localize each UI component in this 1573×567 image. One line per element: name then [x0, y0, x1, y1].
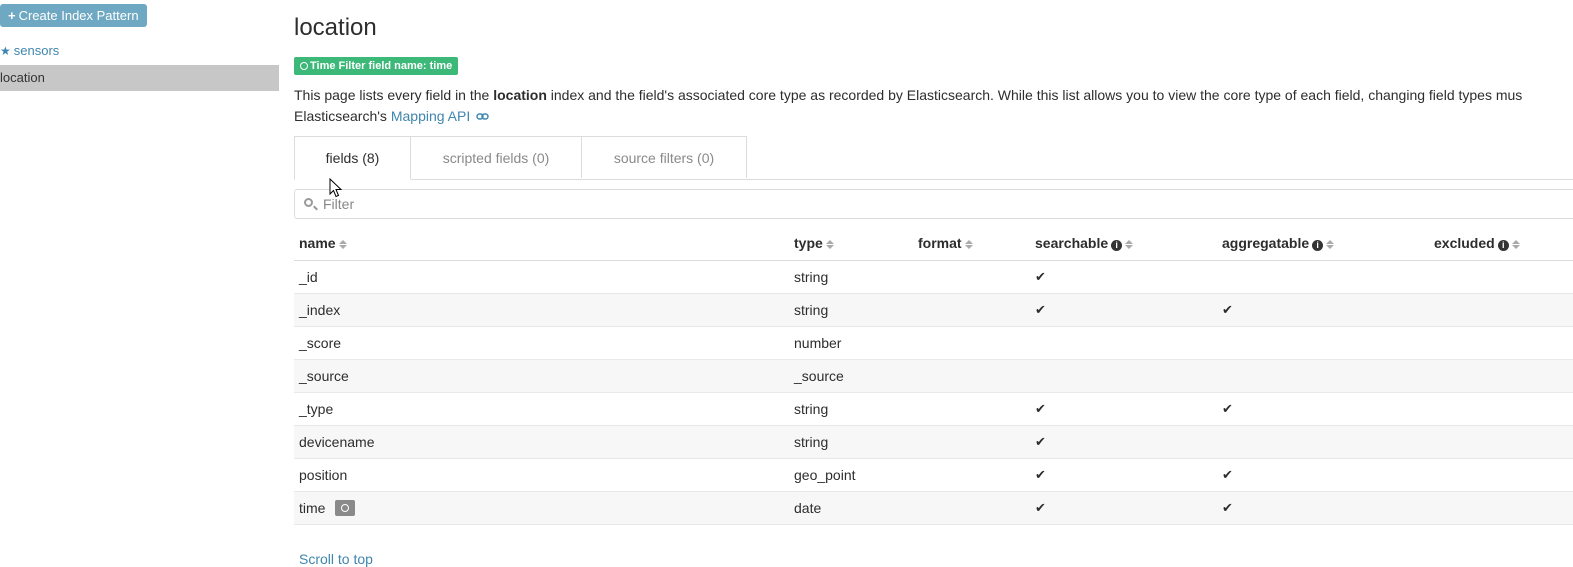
filter-placeholder: Filter: [323, 196, 355, 212]
field-type-cell: date: [794, 500, 822, 516]
field-type-cell: string: [794, 302, 829, 318]
column-header-aggregatable[interactable]: aggregatable i: [1222, 227, 1335, 260]
table-row[interactable]: _id string ✔: [294, 261, 1573, 294]
tab-source-filters[interactable]: source filters (0): [581, 136, 747, 178]
table-row[interactable]: _index string ✔ ✔: [294, 294, 1573, 327]
sort-icon: [1511, 240, 1520, 249]
field-name-cell: time: [299, 492, 356, 524]
sort-icon: [825, 240, 834, 249]
searchable-check-icon: ✔: [1035, 467, 1046, 482]
column-header-searchable[interactable]: searchable i: [1035, 227, 1134, 260]
plus-icon: +: [8, 8, 16, 23]
field-name: _score: [299, 335, 342, 351]
sidebar-item-label: sensors: [13, 43, 60, 58]
field-name: time: [299, 500, 326, 516]
column-label: name: [299, 235, 336, 251]
tab-bar: fields (8) scripted fields (0) source fi…: [294, 136, 1573, 180]
info-icon[interactable]: i: [1312, 240, 1324, 251]
time-field-icon: [335, 500, 356, 516]
column-header-excluded[interactable]: excluded i: [1434, 227, 1520, 260]
search-icon: [304, 198, 313, 207]
field-type-cell: geo_point: [794, 467, 856, 483]
field-name: position: [299, 467, 348, 483]
aggregatable-check-icon: ✔: [1222, 500, 1233, 515]
column-label: aggregatable: [1222, 235, 1310, 251]
tab-scripted-fields[interactable]: scripted fields (0): [410, 136, 582, 178]
mapping-api-link[interactable]: Mapping API: [391, 108, 470, 124]
field-name-cell: _source: [299, 360, 349, 392]
searchable-check-icon: ✔: [1035, 302, 1046, 317]
filter-input[interactable]: Filter: [294, 189, 1573, 219]
sidebar: + Create Index Pattern ★ sensors location: [0, 0, 279, 563]
table-body: _id string ✔ _index string ✔ ✔ _score number _sou…: [294, 261, 1573, 525]
searchable-check-icon: ✔: [1035, 500, 1046, 515]
column-label: searchable: [1035, 235, 1109, 251]
field-name: devicename: [299, 434, 375, 450]
field-name: _index: [299, 302, 341, 318]
table-row[interactable]: position geo_point ✔ ✔: [294, 459, 1573, 492]
page-title: location: [294, 14, 377, 41]
mouse-cursor-icon: [329, 178, 343, 198]
info-icon[interactable]: i: [1111, 240, 1123, 251]
field-type-cell: _source: [794, 368, 844, 384]
field-name-cell: _score: [299, 327, 341, 359]
main-content: location Time Filter field name: time Th…: [294, 0, 1573, 567]
searchable-check-icon: ✔: [1035, 401, 1046, 416]
searchable-check-icon: ✔: [1035, 434, 1046, 449]
field-name: _source: [299, 368, 349, 384]
page-description: This page lists every field in the locat…: [294, 85, 1573, 127]
info-icon[interactable]: i: [1497, 240, 1509, 251]
column-label: format: [918, 235, 962, 251]
field-name-cell: _type: [299, 393, 333, 425]
field-type-cell: string: [794, 401, 829, 417]
column-header-type[interactable]: type: [794, 227, 834, 260]
tab-fields[interactable]: fields (8): [294, 136, 411, 180]
table-row[interactable]: devicename string ✔: [294, 426, 1573, 459]
sidebar-item-sensors[interactable]: ★ sensors: [0, 38, 279, 64]
searchable-check-icon: ✔: [1035, 269, 1046, 284]
field-name-cell: _id: [299, 261, 318, 293]
sort-icon: [964, 240, 973, 249]
field-type-cell: string: [794, 269, 829, 285]
create-index-pattern-label: Create Index Pattern: [18, 8, 139, 23]
link-icon: [476, 113, 489, 120]
field-name-cell: _index: [299, 294, 340, 326]
column-label: type: [794, 235, 823, 251]
scroll-to-top-link[interactable]: Scroll to top: [299, 551, 373, 567]
field-type-cell: string: [794, 434, 829, 450]
field-name: _type: [299, 401, 334, 417]
create-index-pattern-button[interactable]: + Create Index Pattern: [0, 4, 147, 27]
clock-icon: [300, 62, 308, 70]
sort-icon: [338, 240, 347, 249]
table-row[interactable]: _source _source: [294, 360, 1573, 393]
sidebar-item-location[interactable]: location: [0, 65, 279, 91]
description-text: Elasticsearch's: [294, 108, 391, 124]
table-row[interactable]: time date ✔ ✔: [294, 492, 1573, 525]
column-header-format[interactable]: format: [918, 227, 973, 260]
field-name-cell: devicename: [299, 426, 375, 458]
time-filter-badge: Time Filter field name: time: [294, 57, 459, 75]
table-row[interactable]: _type string ✔ ✔: [294, 393, 1573, 426]
field-type-cell: number: [794, 335, 842, 351]
field-name-cell: position: [299, 459, 347, 491]
time-filter-label: Time Filter field name: time: [310, 60, 453, 72]
sidebar-item-label: location: [0, 70, 45, 85]
aggregatable-check-icon: ✔: [1222, 467, 1233, 482]
description-text: index and the field's associated core ty…: [546, 87, 1523, 103]
column-label: excluded: [1434, 235, 1495, 251]
description-text: This page lists every field in the: [294, 87, 494, 103]
column-header-name[interactable]: name: [299, 227, 347, 260]
index-name-bold: location: [493, 87, 547, 103]
field-name: _id: [299, 269, 318, 285]
aggregatable-check-icon: ✔: [1222, 401, 1233, 416]
table-row[interactable]: _score number: [294, 327, 1573, 360]
sort-icon: [1326, 240, 1335, 249]
sort-icon: [1125, 240, 1134, 249]
aggregatable-check-icon: ✔: [1222, 302, 1233, 317]
star-icon: ★: [0, 44, 11, 58]
fields-table: name type format searchable i aggregatabl…: [294, 227, 1573, 525]
table-header: name type format searchable i aggregatabl…: [294, 227, 1573, 261]
